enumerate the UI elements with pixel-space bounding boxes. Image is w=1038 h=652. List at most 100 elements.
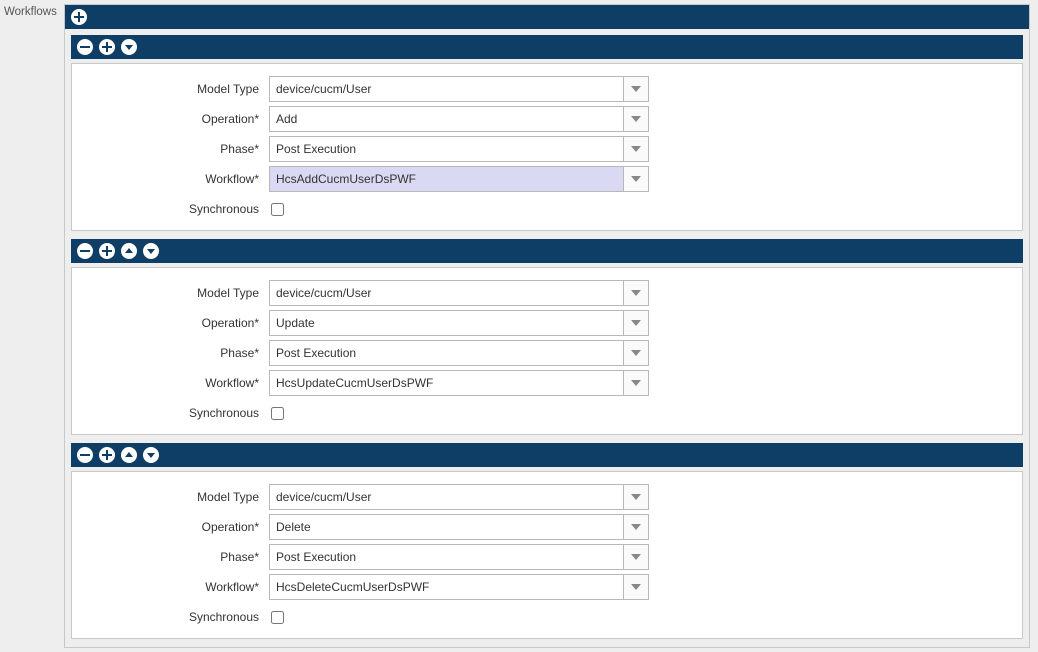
move-down-button[interactable] [121,39,137,55]
remove-section-button[interactable] [77,447,93,463]
workflow-row: Workflow* HcsDeleteCucmUserDsPWF [84,574,1010,600]
section-2-body: Model Type device/cucm/User Operation* D… [71,471,1023,639]
synchronous-row: Synchronous [84,400,1010,426]
operation-label: Operation* [84,112,269,126]
synchronous-checkbox[interactable] [271,407,284,420]
workflow-row: Workflow* HcsAddCucmUserDsPWF [84,166,1010,192]
phase-input[interactable]: Post Execution [269,544,623,570]
operation-label: Operation* [84,520,269,534]
workflow-label: Workflow* [84,172,269,186]
chevron-down-icon [631,320,641,326]
phase-dropdown-button[interactable] [623,340,649,366]
workflow-field: HcsDeleteCucmUserDsPWF [269,574,649,600]
model-type-input[interactable]: device/cucm/User [269,76,623,102]
operation-field: Update [269,310,649,336]
phase-field: Post Execution [269,544,649,570]
model-type-label: Model Type [84,286,269,300]
model-type-label: Model Type [84,82,269,96]
add-section-button[interactable] [99,243,115,259]
synchronous-label: Synchronous [84,202,269,216]
synchronous-checkbox[interactable] [271,203,284,216]
synchronous-label: Synchronous [84,610,269,624]
workflow-input[interactable]: HcsUpdateCucmUserDsPWF [269,370,623,396]
synchronous-field [269,404,287,423]
add-section-button[interactable] [99,39,115,55]
section-2-header [71,443,1023,467]
operation-input[interactable]: Update [269,310,623,336]
model-type-input[interactable]: device/cucm/User [269,484,623,510]
operation-row: Operation* Update [84,310,1010,336]
model-type-dropdown-button[interactable] [623,76,649,102]
workflow-dropdown-button[interactable] [623,574,649,600]
workflow-input[interactable]: HcsAddCucmUserDsPWF [269,166,623,192]
workflow-dropdown-button[interactable] [623,370,649,396]
synchronous-field [269,200,287,219]
model-type-row: Model Type device/cucm/User [84,484,1010,510]
operation-dropdown-button[interactable] [623,514,649,540]
phase-row: Phase* Post Execution [84,544,1010,570]
operation-field: Add [269,106,649,132]
section-1-header [71,239,1023,263]
workflows-panel: Model Type device/cucm/User Operation* A… [64,4,1030,648]
phase-dropdown-button[interactable] [623,136,649,162]
phase-input[interactable]: Post Execution [269,136,623,162]
model-type-field: device/cucm/User [269,76,649,102]
phase-dropdown-button[interactable] [623,544,649,570]
operation-input[interactable]: Add [269,106,623,132]
chevron-down-icon [631,146,641,152]
chevron-down-icon [631,176,641,182]
operation-row: Operation* Add [84,106,1010,132]
remove-section-button[interactable] [77,243,93,259]
workflow-row: Workflow* HcsUpdateCucmUserDsPWF [84,370,1010,396]
move-up-button[interactable] [121,243,137,259]
chevron-down-icon [631,116,641,122]
section-1-body: Model Type device/cucm/User Operation* U… [71,267,1023,435]
workflow-field: HcsUpdateCucmUserDsPWF [269,370,649,396]
chevron-down-icon [631,290,641,296]
synchronous-field [269,608,287,627]
workflow-field: HcsAddCucmUserDsPWF [269,166,649,192]
remove-section-button[interactable] [77,39,93,55]
model-type-input[interactable]: device/cucm/User [269,280,623,306]
synchronous-row: Synchronous [84,196,1010,222]
model-type-row: Model Type device/cucm/User [84,76,1010,102]
synchronous-checkbox[interactable] [271,611,284,624]
chevron-down-icon [631,584,641,590]
operation-dropdown-button[interactable] [623,106,649,132]
chevron-down-icon [631,554,641,560]
operation-dropdown-button[interactable] [623,310,649,336]
chevron-down-icon [631,350,641,356]
phase-field: Post Execution [269,136,649,162]
synchronous-row: Synchronous [84,604,1010,630]
operation-field: Delete [269,514,649,540]
section-0-header [71,35,1023,59]
sidebar-section-label: Workflows [4,4,64,648]
workflow-label: Workflow* [84,580,269,594]
phase-input[interactable]: Post Execution [269,340,623,366]
chevron-down-icon [631,524,641,530]
move-down-button[interactable] [143,447,159,463]
model-type-dropdown-button[interactable] [623,280,649,306]
phase-field: Post Execution [269,340,649,366]
operation-input[interactable]: Delete [269,514,623,540]
operation-label: Operation* [84,316,269,330]
model-type-field: device/cucm/User [269,484,649,510]
synchronous-label: Synchronous [84,406,269,420]
move-down-button[interactable] [143,243,159,259]
workflow-dropdown-button[interactable] [623,166,649,192]
chevron-down-icon [631,86,641,92]
workflow-input[interactable]: HcsDeleteCucmUserDsPWF [269,574,623,600]
add-section-button[interactable] [99,447,115,463]
operation-row: Operation* Delete [84,514,1010,540]
model-type-field: device/cucm/User [269,280,649,306]
move-up-button[interactable] [121,447,137,463]
phase-label: Phase* [84,142,269,156]
model-type-row: Model Type device/cucm/User [84,280,1010,306]
model-type-label: Model Type [84,490,269,504]
add-workflow-button[interactable] [71,9,87,25]
model-type-dropdown-button[interactable] [623,484,649,510]
workflows-top-strip [65,5,1029,29]
workflow-label: Workflow* [84,376,269,390]
phase-label: Phase* [84,550,269,564]
chevron-down-icon [631,380,641,386]
